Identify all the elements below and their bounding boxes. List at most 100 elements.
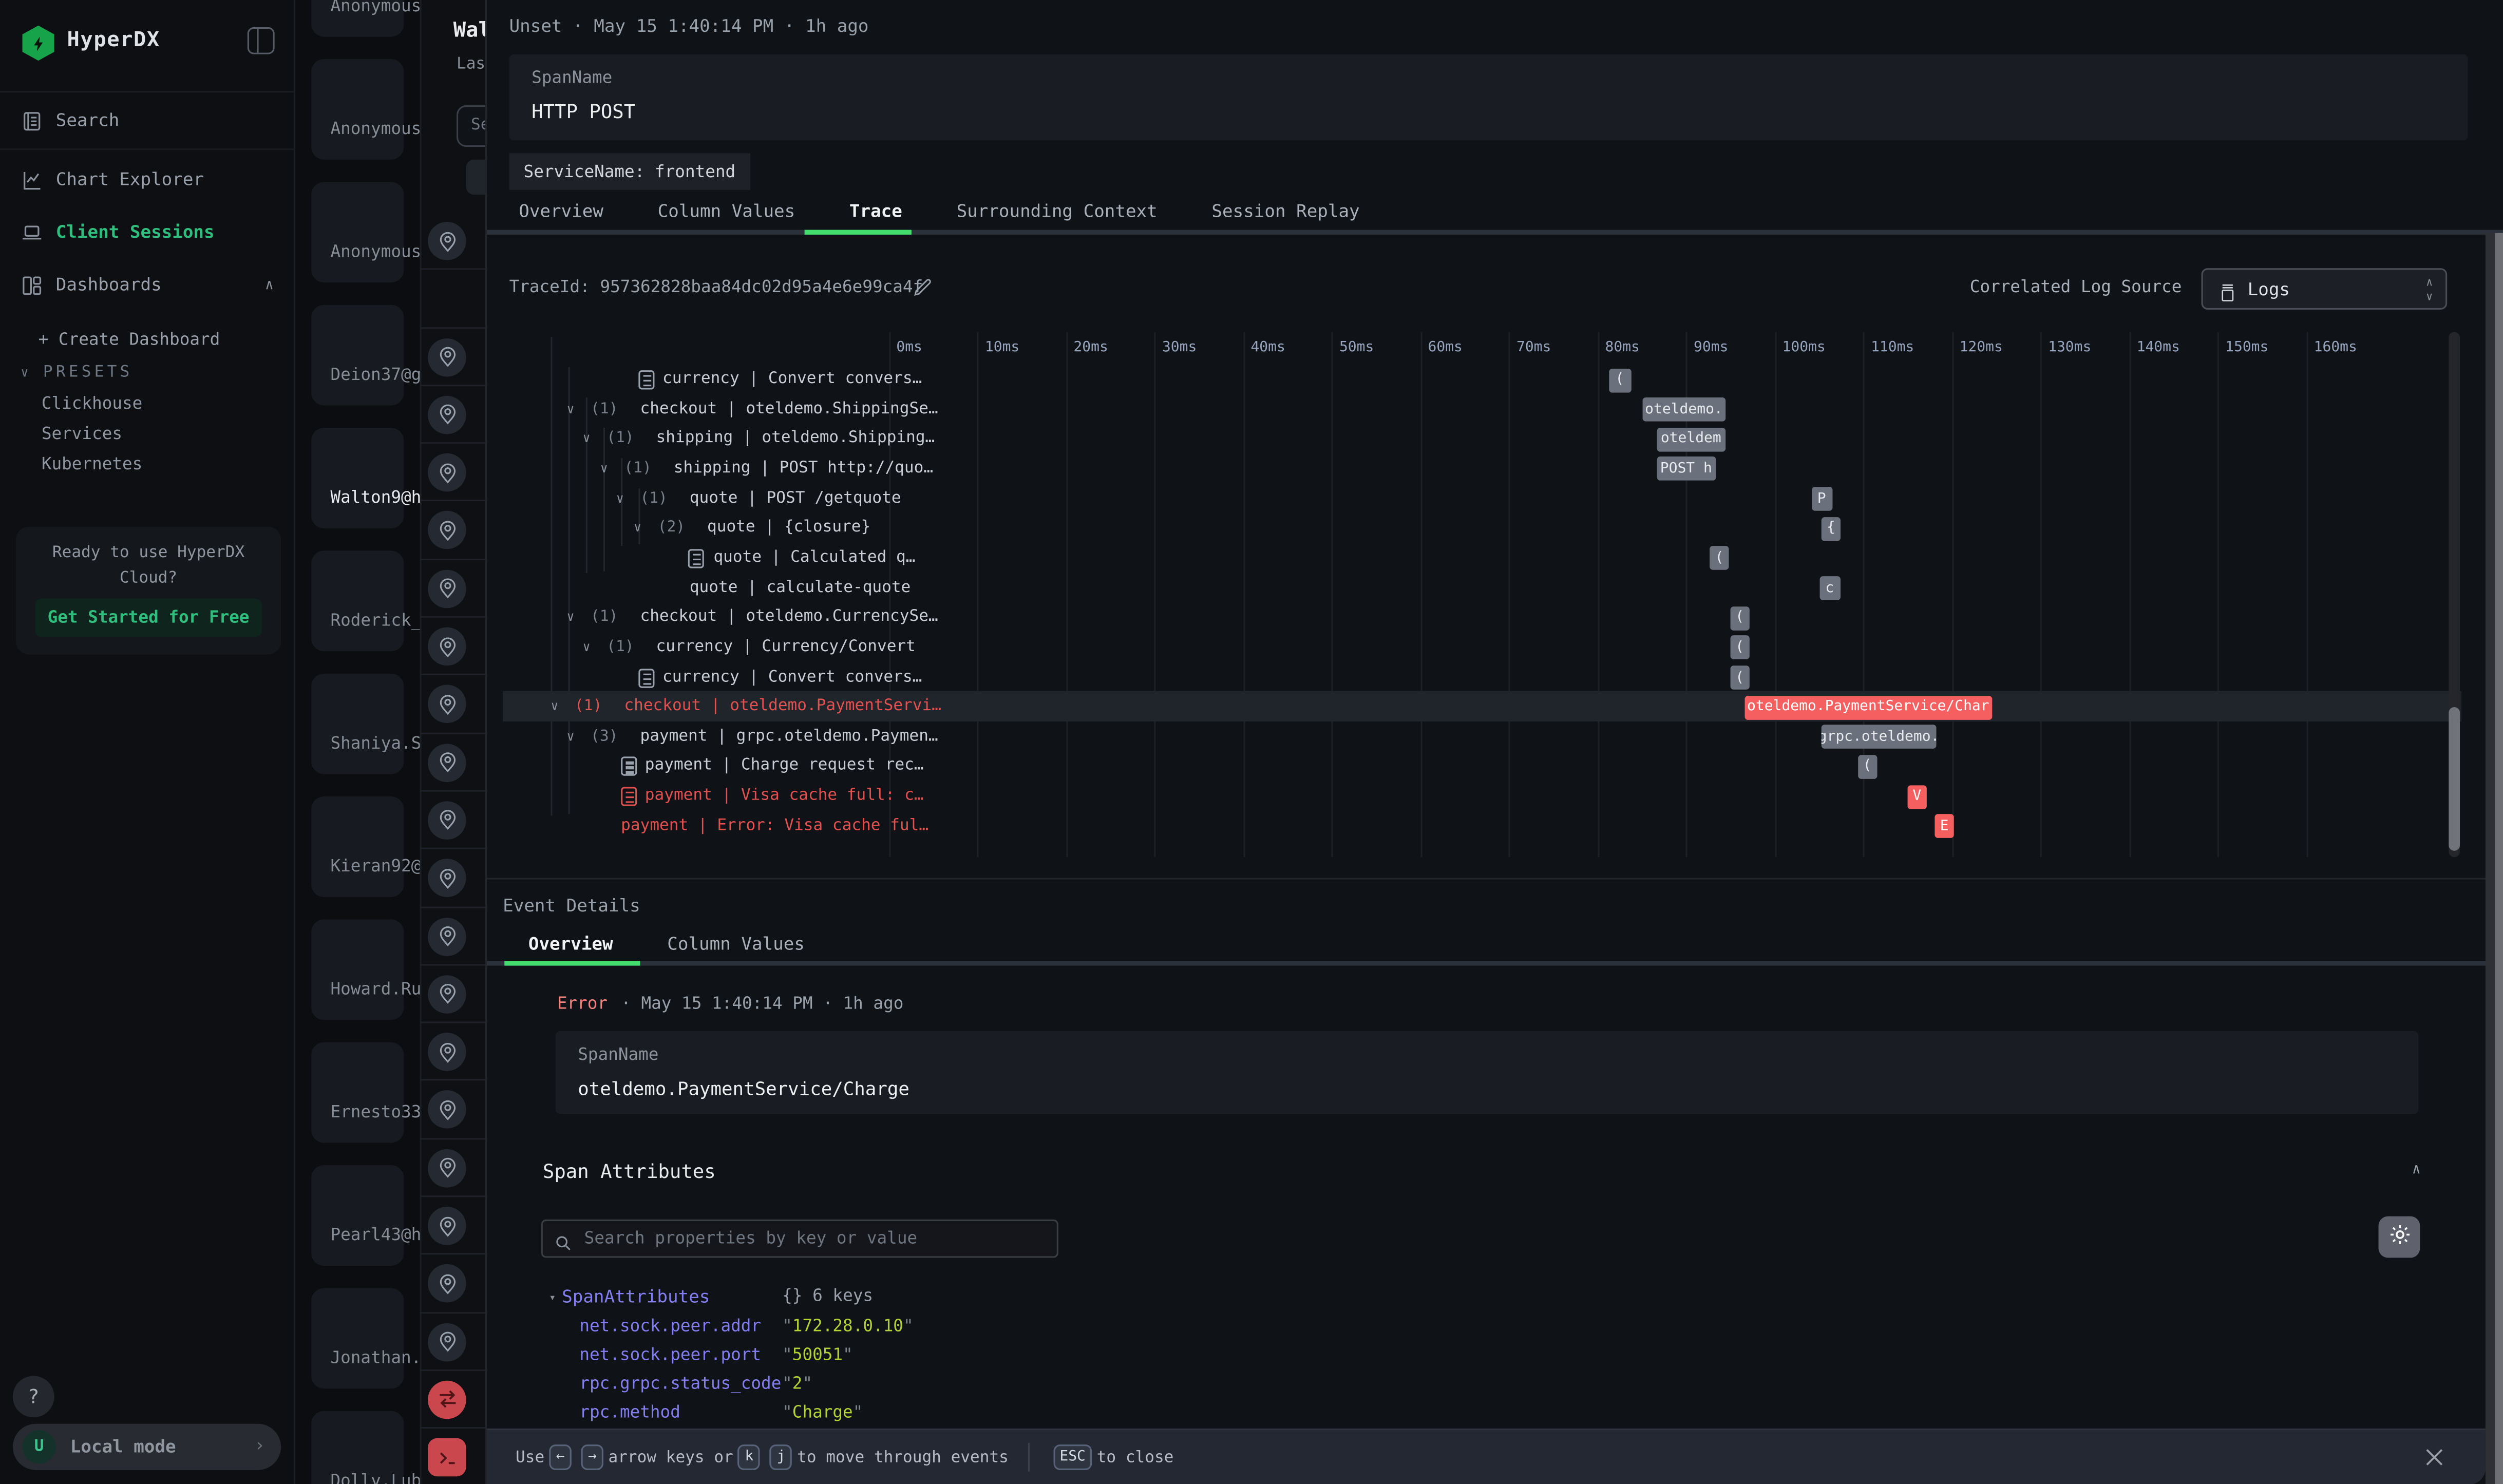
attribute-row[interactable]: rpc.grpc.status_code2	[579, 1374, 2016, 1403]
location-pin-icon[interactable]	[428, 975, 466, 1014]
page-scrollbar-thumb[interactable]	[2495, 233, 2503, 1484]
trace-row-label[interactable]: quote | {closure}	[707, 519, 870, 537]
page-scrollbar-track[interactable]	[2486, 233, 2495, 1484]
event-details-tab-column-values[interactable]: Column Values	[667, 934, 805, 954]
event-row[interactable]	[420, 676, 485, 734]
session-card[interactable]: Kieran92@h	[311, 796, 404, 897]
event-row[interactable]	[420, 1371, 485, 1429]
session-card[interactable]: Shaniya.Sc	[311, 674, 404, 774]
sidebar-item-dashboards[interactable]: Dashboards ∨	[0, 260, 295, 308]
event-row[interactable]	[420, 270, 485, 328]
attribute-row[interactable]: net.sock.peer.port50051	[579, 1345, 2016, 1374]
location-pin-icon[interactable]	[428, 338, 466, 376]
event-row[interactable]	[420, 792, 485, 850]
attributes-settings-button[interactable]	[2379, 1216, 2420, 1258]
trace-span-bar[interactable]: oteldem	[1657, 427, 1726, 451]
user-menu[interactable]: U Local mode ›	[13, 1424, 281, 1470]
event-row[interactable]	[420, 734, 485, 792]
get-started-button[interactable]: Get Started for Free	[35, 599, 261, 637]
location-pin-icon[interactable]	[428, 686, 466, 724]
trace-span-bar[interactable]: POST h	[1657, 457, 1716, 481]
chevron-down-icon[interactable]: ∨	[600, 461, 608, 475]
session-card[interactable]: Howard.Run	[311, 919, 404, 1020]
event-row[interactable]	[420, 1081, 485, 1139]
trace-row-label[interactable]: shipping | POST http://quo…	[674, 460, 933, 477]
event-row[interactable]	[420, 328, 485, 386]
trace-row-label[interactable]: payment | Error: Visa cache ful…	[621, 817, 928, 834]
location-pin-icon[interactable]	[428, 1207, 466, 1245]
help-button[interactable]: ?	[13, 1376, 54, 1417]
trace-span-bar[interactable]: {	[1821, 517, 1841, 541]
collapse-section-icon[interactable]: ∨	[2412, 1160, 2421, 1176]
tab-surrounding-context[interactable]: Surrounding Context	[957, 201, 1158, 233]
trace-row-label[interactable]: payment | Charge request rec…	[645, 757, 924, 775]
trace-span-bar[interactable]: grpc.oteldemo.	[1821, 725, 1936, 749]
event-row[interactable]	[420, 1255, 485, 1313]
location-pin-icon[interactable]	[428, 744, 466, 782]
location-pin-icon[interactable]	[428, 801, 466, 840]
service-name-chip[interactable]: ServiceName: frontend	[509, 153, 750, 189]
trace-row-label[interactable]: quote | POST /getquote	[690, 489, 901, 507]
event-row[interactable]	[420, 1197, 485, 1255]
session-card[interactable]: Anonymous	[311, 0, 404, 36]
log-source-select[interactable]: Logs ∧∨	[2202, 268, 2448, 310]
trace-row-label[interactable]: payment | grpc.oteldemo.Paymen…	[640, 728, 938, 745]
trace-row-label[interactable]: shipping | oteldemo.Shipping…	[656, 430, 935, 447]
sidebar-item-search[interactable]: Search	[0, 96, 295, 144]
edit-icon[interactable]	[912, 275, 934, 297]
location-pin-icon[interactable]	[428, 1323, 466, 1361]
trace-row-label[interactable]: quote | Calculated q…	[713, 549, 915, 566]
attribute-row[interactable]: rpc.methodCharge	[579, 1403, 2016, 1432]
sidebar-item-chart-explorer[interactable]: Chart Explorer	[0, 155, 295, 203]
session-card[interactable]: Walton9@ho	[311, 428, 404, 528]
event-row[interactable]	[420, 502, 485, 560]
trace-span-bar[interactable]: (	[1608, 368, 1630, 392]
event-row[interactable]	[420, 1139, 485, 1197]
event-row[interactable]	[420, 444, 485, 502]
attribute-row[interactable]: net.sock.peer.addr172.28.0.10	[579, 1317, 2016, 1345]
event-row[interactable]	[420, 1023, 485, 1081]
presets-section-toggle[interactable]: ∨PRESETS	[43, 364, 133, 382]
location-pin-icon[interactable]	[428, 453, 466, 492]
session-card[interactable]: Pearl43@ho	[311, 1165, 404, 1266]
event-row[interactable]	[420, 965, 485, 1023]
location-pin-icon[interactable]	[428, 627, 466, 666]
trace-span-bar[interactable]: (	[1730, 636, 1750, 660]
chevron-up-icon[interactable]: ∨	[264, 276, 273, 292]
chevron-down-icon[interactable]: ∨	[551, 699, 558, 714]
trace-span-bar[interactable]: (	[1730, 665, 1750, 690]
trace-row-label[interactable]: checkout | oteldemo.PaymentServi…	[624, 698, 941, 715]
location-pin-icon[interactable]	[428, 1149, 466, 1187]
event-row[interactable]	[420, 850, 485, 908]
close-icon[interactable]	[2421, 1444, 2447, 1470]
trace-span-bar[interactable]: c	[1819, 576, 1840, 600]
trace-row-label[interactable]: currency | Convert convers…	[662, 668, 922, 686]
event-row[interactable]	[420, 212, 485, 270]
chevron-down-icon[interactable]: ∨	[583, 640, 591, 654]
sidebar-collapse-icon[interactable]	[248, 27, 275, 54]
waterfall-scrollbar-thumb[interactable]	[2449, 707, 2460, 851]
tab-session-replay[interactable]: Session Replay	[1211, 201, 1359, 233]
location-pin-icon[interactable]	[428, 1091, 466, 1129]
event-row[interactable]	[420, 618, 485, 676]
event-row[interactable]	[420, 907, 485, 965]
sidebar-item-client-sessions[interactable]: Client Sessions	[0, 207, 295, 255]
event-row[interactable]	[420, 1313, 485, 1371]
session-card[interactable]: Dolly.Lubo	[311, 1411, 404, 1484]
trace-row-label[interactable]: checkout | oteldemo.CurrencySe…	[640, 608, 938, 626]
trace-span-bar[interactable]: V	[1907, 785, 1927, 809]
session-card[interactable]: Ernesto33@	[311, 1042, 404, 1143]
trace-span-bar[interactable]: (	[1857, 755, 1877, 779]
session-card[interactable]: Roderick_S	[311, 550, 404, 651]
preset-clickhouse[interactable]: Clickhouse	[42, 394, 281, 413]
session-card[interactable]: Anonymous	[311, 59, 404, 160]
location-pin-icon[interactable]	[428, 569, 466, 608]
trace-row-label[interactable]: currency | Convert convers…	[662, 370, 922, 388]
chevron-down-icon[interactable]: ∨	[634, 521, 641, 535]
tab-column-values[interactable]: Column Values	[658, 201, 795, 233]
console-error-icon[interactable]	[428, 1438, 466, 1477]
session-card[interactable]: Anonymous	[311, 182, 404, 282]
preset-services[interactable]: Services	[42, 425, 281, 444]
tab-trace[interactable]: Trace	[849, 201, 902, 233]
location-pin-icon[interactable]	[428, 511, 466, 550]
